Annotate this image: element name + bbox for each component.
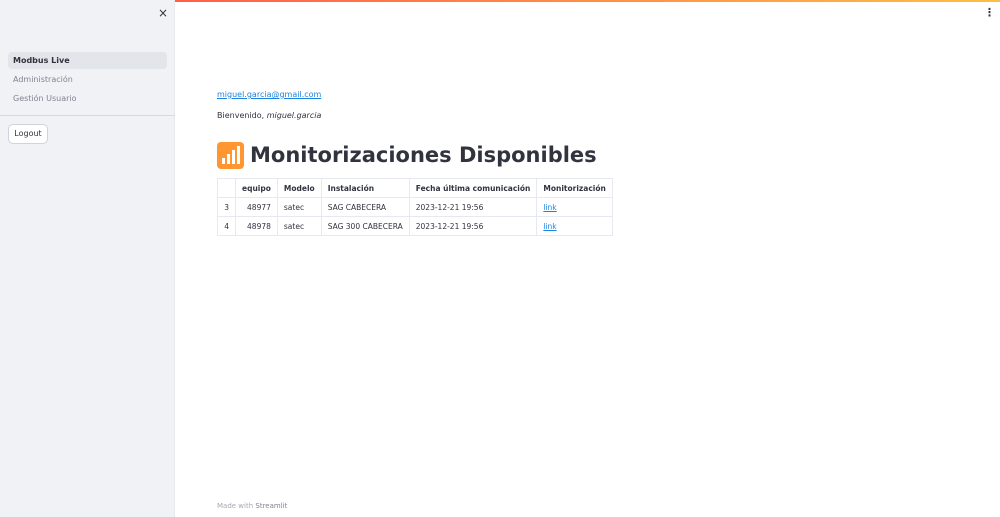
cell-fecha: 2023-12-21 19:56 bbox=[408, 216, 538, 236]
monitorizaciones-table: equipo Modelo Instalación Fecha última c… bbox=[217, 178, 613, 236]
page-title-text: Monitorizaciones Disponibles bbox=[250, 143, 597, 167]
streamlit-link[interactable]: Streamlit bbox=[255, 502, 287, 510]
table-row: 4 48978 satec SAG 300 CABECERA 2023-12-2… bbox=[217, 216, 613, 236]
table-header-row: equipo Modelo Instalación Fecha última c… bbox=[217, 178, 613, 198]
main-content: miguel.garcia@gmail.com Bienvenido, migu… bbox=[217, 0, 977, 517]
cell-index: 3 bbox=[217, 197, 236, 217]
cell-equipo: 48977 bbox=[235, 197, 278, 217]
table-row: 3 48977 satec SAG CABECERA 2023-12-21 19… bbox=[217, 197, 613, 217]
welcome-prefix: Bienvenido, bbox=[217, 111, 267, 120]
sidebar: × Modbus Live Administración Gestión Usu… bbox=[0, 0, 175, 517]
user-email-link[interactable]: miguel.garcia@gmail.com bbox=[217, 90, 321, 99]
footer-prefix: Made with bbox=[217, 502, 256, 510]
column-header-modelo: Modelo bbox=[276, 178, 322, 198]
sidebar-item-gestion-usuario[interactable]: Gestión Usuario bbox=[8, 90, 167, 107]
column-header-instalacion: Instalación bbox=[320, 178, 410, 198]
sidebar-item-administracion[interactable]: Administración bbox=[8, 71, 167, 88]
sidebar-item-modbus-live[interactable]: Modbus Live bbox=[8, 52, 167, 69]
welcome-message: Bienvenido, miguel.garcia bbox=[217, 111, 321, 120]
cell-modelo: satec bbox=[276, 197, 322, 217]
cell-instalacion: SAG 300 CABECERA bbox=[320, 216, 410, 236]
column-header-monitorizacion: Monitorización bbox=[536, 178, 613, 198]
sidebar-nav: Modbus Live Administración Gestión Usuar… bbox=[8, 52, 167, 109]
monitorizacion-link[interactable]: link bbox=[543, 203, 556, 212]
cell-monitorizacion: link bbox=[536, 197, 613, 217]
cell-index: 4 bbox=[217, 216, 236, 236]
cell-monitorizacion: link bbox=[536, 216, 613, 236]
column-header-index bbox=[217, 178, 236, 198]
footer: Made with Streamlit bbox=[217, 502, 287, 510]
bar-chart-icon bbox=[217, 141, 244, 169]
column-header-equipo: equipo bbox=[235, 178, 278, 198]
monitorizacion-link[interactable]: link bbox=[543, 222, 556, 231]
cell-equipo: 48978 bbox=[235, 216, 278, 236]
sidebar-divider bbox=[0, 115, 175, 116]
page-title: Monitorizaciones Disponibles bbox=[217, 140, 597, 170]
logout-button[interactable]: Logout bbox=[8, 124, 48, 144]
cell-instalacion: SAG CABECERA bbox=[320, 197, 410, 217]
welcome-username: miguel.garcia bbox=[266, 111, 322, 120]
cell-fecha: 2023-12-21 19:56 bbox=[408, 197, 538, 217]
column-header-fecha: Fecha última comunicación bbox=[408, 178, 538, 198]
close-sidebar-icon[interactable]: × bbox=[156, 6, 170, 20]
cell-modelo: satec bbox=[276, 216, 322, 236]
main-menu-icon[interactable]: ⋮ bbox=[984, 7, 995, 19]
